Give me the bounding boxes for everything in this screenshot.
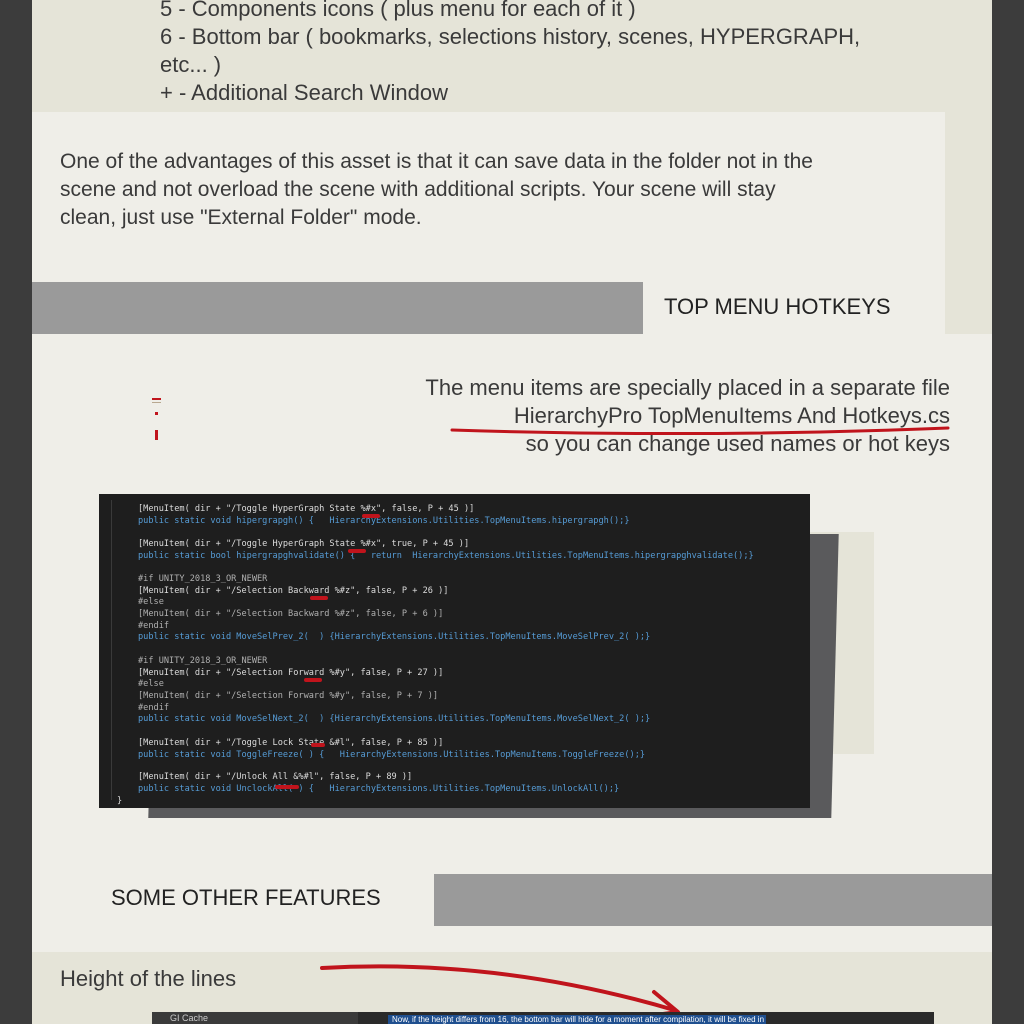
code-line: #endif [138,703,170,713]
list-item: + - Additional Search Window [160,80,448,105]
list-item: 5 - Components icons ( plus menu for eac… [160,0,636,21]
editor-screenshot-preview: GI Cache Now, if the height differs from… [152,1012,934,1024]
section-title-hotkeys: TOP MENU HOTKEYS [664,294,891,319]
code-line: [MenuItem( dir + "/Selection Backward %#… [138,586,449,596]
right-frame [992,0,1024,1024]
code-line: [MenuItem( dir + "/Selection Forward %#y… [138,691,439,701]
mini-menu-icon [152,398,161,440]
code-line: [MenuItem( dir + "/Selection Forward %#y… [138,668,444,678]
section-band [434,874,992,926]
hotkeys-line: The menu items are specially placed in a… [425,375,950,400]
intro-line: scene and not overload the scene with ad… [60,178,776,201]
hierarchy-item: GI Cache [152,1012,358,1024]
code-line: public static void MoveSelPrev_2( ) {Hie… [138,632,651,642]
intro-line: One of the advantages of this asset is t… [60,150,813,173]
intro-line: clean, just use "External Folder" mode. [60,206,422,229]
code-line: [MenuItem( dir + "/Toggle HyperGraph Sta… [138,539,470,549]
code-line: #else [138,679,164,689]
hotkey-highlight [348,549,366,553]
subsection-title: Height of the lines [60,966,237,991]
code-line: [MenuItem( dir + "/Toggle HyperGraph Sta… [138,504,475,514]
hotkey-highlight [311,743,325,747]
hotkey-highlight [362,514,380,518]
code-line: public static void UnclockAll( ) { Hiera… [138,784,620,794]
feature-list: 5 - Components icons ( plus menu for eac… [160,0,940,107]
hotkey-highlight [310,596,328,600]
list-item: etc... ) [160,52,222,77]
red-arrow-annotation [320,964,680,1018]
code-line: public static void ToggleFreeze( ) { Hie… [138,750,646,760]
code-line: [MenuItem( dir + "/Selection Backward %#… [138,609,444,619]
code-line: [MenuItem( dir + "/Toggle Lock State &#l… [138,738,444,748]
code-line: #else [138,597,164,607]
section-band [32,282,643,334]
code-line: } [117,796,123,806]
code-line: public static bool hipergrapghvalidate()… [138,551,754,561]
red-underline-stroke [450,426,950,436]
hotkeys-description: The menu items are specially placed in a… [300,374,950,458]
code-gutter [111,500,118,800]
intro-text: One of the advantages of this asset is t… [60,148,930,232]
left-frame [0,0,32,1024]
code-screenshot: [MenuItem( dir + "/Toggle HyperGraph Sta… [99,494,810,808]
list-item: 6 - Bottom bar ( bookmarks, selections h… [160,24,861,49]
code-line: public static void hipergrapgh() { Hiera… [138,516,630,526]
code-line: [MenuItem( dir + "/Unlock All &%#l", fal… [138,772,413,782]
hotkey-highlight [275,785,299,789]
code-line: #if UNITY_2018_3_OR_NEWER [138,656,268,666]
section-title-features: SOME OTHER FEATURES [111,885,381,910]
hotkey-highlight [304,678,322,682]
code-line: public static void MoveSelNext_2( ) {Hie… [138,714,651,724]
code-line: #if UNITY_2018_3_OR_NEWER [138,574,268,584]
notice-bar: Now, if the height differs from 16, the … [388,1015,766,1024]
code-line: #endif [138,621,170,631]
